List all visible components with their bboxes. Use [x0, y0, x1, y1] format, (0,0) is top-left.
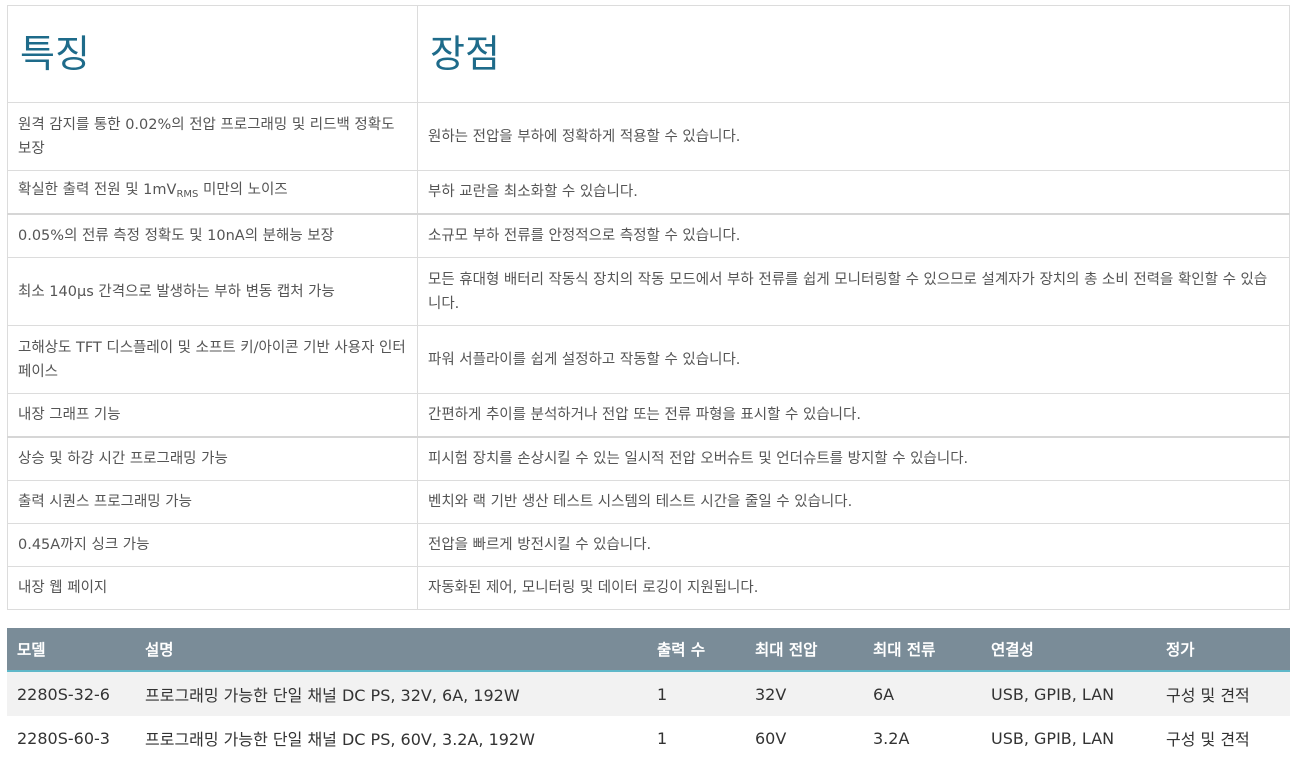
feature-row: 상승 및 하강 시간 프로그래밍 가능 피시험 장치를 손상시킬 수 있는 일시… [7, 436, 1290, 481]
benefit-cell: 부하 교란을 최소화할 수 있습니다. [417, 170, 1290, 215]
benefit-cell: 간편하게 추이를 분석하거나 전압 또는 전류 파형을 표시할 수 있습니다. [417, 393, 1290, 438]
model-column-header: 모델 [7, 628, 135, 672]
benefit-cell: 모든 휴대형 배터리 작동식 장치의 작동 모드에서 부하 전류를 쉽게 모니터… [417, 257, 1290, 326]
max-voltage-cell: 32V [745, 671, 863, 716]
feature-row: 확실한 출력 전원 및 1mVRMS 미만의 노이즈 부하 교란을 최소화할 수… [7, 170, 1290, 215]
connectivity-cell: USB, GPIB, LAN [981, 671, 1156, 716]
product-row: 2280S-60-3 프로그래밍 가능한 단일 채널 DC PS, 60V, 3… [7, 716, 1290, 760]
feature-cell: 출력 시퀀스 프로그래밍 가능 [7, 480, 418, 524]
description-cell: 프로그래밍 가능한 단일 채널 DC PS, 32V, 6A, 192W [135, 671, 647, 716]
feature-column-heading: 특징 [7, 5, 418, 103]
feature-row: 출력 시퀀스 프로그래밍 가능 벤치와 랙 기반 생산 테스트 시스템의 테스트… [7, 480, 1290, 524]
outputs-column-header: 출력 수 [647, 628, 745, 672]
feature-row: 최소 140μs 간격으로 발생하는 부하 변동 캡처 가능 모든 휴대형 배터… [7, 257, 1290, 326]
feature-cell: 내장 그래프 기능 [7, 393, 418, 438]
benefit-cell: 벤치와 랙 기반 생산 테스트 시스템의 테스트 시간을 줄일 수 있습니다. [417, 480, 1290, 524]
feature-row: 0.45A까지 싱크 가능 전압을 빠르게 방전시킬 수 있습니다. [7, 523, 1290, 567]
benefit-cell: 소규모 부하 전류를 안정적으로 측정할 수 있습니다. [417, 213, 1290, 258]
configure-quote-link[interactable]: 구성 및 견적 [1156, 716, 1290, 760]
configure-quote-link[interactable]: 구성 및 견적 [1156, 671, 1290, 716]
feature-cell: 확실한 출력 전원 및 1mVRMS 미만의 노이즈 [7, 170, 418, 215]
feature-cell: 내장 웹 페이지 [7, 566, 418, 610]
feature-cell: 상승 및 하강 시간 프로그래밍 가능 [7, 436, 418, 481]
feature-text: 미만의 노이즈 [198, 181, 288, 198]
feature-cell: 최소 140μs 간격으로 발생하는 부하 변동 캡처 가능 [7, 257, 418, 326]
max-voltage-cell: 60V [745, 716, 863, 760]
feature-cell: 원격 감지를 통한 0.02%의 전압 프로그래밍 및 리드백 정확도 보장 [7, 102, 418, 171]
product-row: 2280S-32-6 프로그래밍 가능한 단일 채널 DC PS, 32V, 6… [7, 671, 1290, 716]
benefit-cell: 파워 서플라이를 쉽게 설정하고 작동할 수 있습니다. [417, 325, 1290, 394]
model-link[interactable]: 2280S-60-3 [7, 716, 135, 760]
price-column-header: 정가 [1156, 628, 1290, 672]
product-comparison-table: 모델 설명 출력 수 최대 전압 최대 전류 연결성 정가 2280S-32-6… [7, 628, 1290, 760]
benefit-cell: 피시험 장치를 손상시킬 수 있는 일시적 전압 오버슈트 및 언더슈트를 방지… [417, 436, 1290, 481]
max-current-cell: 6A [863, 671, 981, 716]
feature-cell: 0.05%의 전류 측정 정확도 및 10nA의 분해능 보장 [7, 213, 418, 258]
feature-subscript: RMS [176, 188, 199, 200]
feature-row: 내장 그래프 기능 간편하게 추이를 분석하거나 전압 또는 전류 파형을 표시… [7, 393, 1290, 438]
max-voltage-column-header: 최대 전압 [745, 628, 863, 672]
max-current-column-header: 최대 전류 [863, 628, 981, 672]
feature-row: 고해상도 TFT 디스플레이 및 소프트 키/아이콘 기반 사용자 인터페이스 … [7, 325, 1290, 394]
description-column-header: 설명 [135, 628, 647, 672]
feature-row: 원격 감지를 통한 0.02%의 전압 프로그래밍 및 리드백 정확도 보장 원… [7, 102, 1290, 171]
connectivity-column-header: 연결성 [981, 628, 1156, 672]
benefit-cell: 원하는 전압을 부하에 정확하게 적용할 수 있습니다. [417, 102, 1290, 171]
feature-cell: 0.45A까지 싱크 가능 [7, 523, 418, 567]
feature-text: 확실한 출력 전원 및 1mV [18, 181, 177, 198]
model-link[interactable]: 2280S-32-6 [7, 671, 135, 716]
outputs-cell: 1 [647, 716, 745, 760]
description-cell: 프로그래밍 가능한 단일 채널 DC PS, 60V, 3.2A, 192W [135, 716, 647, 760]
feature-cell: 고해상도 TFT 디스플레이 및 소프트 키/아이콘 기반 사용자 인터페이스 [7, 325, 418, 394]
outputs-cell: 1 [647, 671, 745, 716]
benefit-cell: 전압을 빠르게 방전시킬 수 있습니다. [417, 523, 1290, 567]
benefit-cell: 자동화된 제어, 모니터링 및 데이터 로깅이 지원됩니다. [417, 566, 1290, 610]
feature-row: 내장 웹 페이지 자동화된 제어, 모니터링 및 데이터 로깅이 지원됩니다. [7, 566, 1290, 610]
max-current-cell: 3.2A [863, 716, 981, 760]
feature-row: 0.05%의 전류 측정 정확도 및 10nA의 분해능 보장 소규모 부하 전… [7, 213, 1290, 258]
connectivity-cell: USB, GPIB, LAN [981, 716, 1156, 760]
product-table-header-row: 모델 설명 출력 수 최대 전압 최대 전류 연결성 정가 [7, 628, 1290, 672]
benefit-column-heading: 장점 [417, 5, 1290, 103]
features-benefits-table: 특징 장점 원격 감지를 통한 0.02%의 전압 프로그래밍 및 리드백 정확… [7, 5, 1290, 610]
